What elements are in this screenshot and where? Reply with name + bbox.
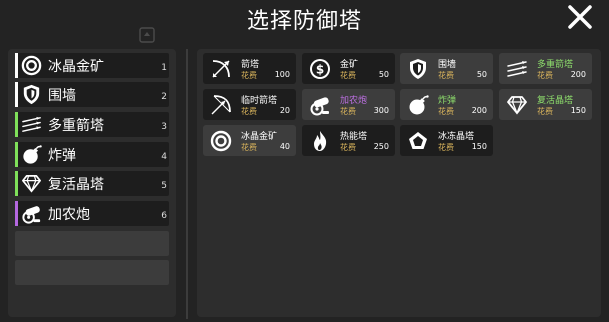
triple-arrow-icon xyxy=(507,61,527,77)
shield-icon xyxy=(23,84,40,105)
bomb-icon xyxy=(23,145,42,164)
svg-text:$: $ xyxy=(316,63,324,77)
tower-card[interactable]: 冰晶金矿 花费 40 xyxy=(203,125,296,156)
tower-name: 加农炮 xyxy=(340,96,368,106)
tower-name: 热能塔 xyxy=(340,132,368,142)
tower-name: 围墙 xyxy=(438,60,457,70)
diamond-icon xyxy=(507,96,527,115)
cost-value: 50 xyxy=(476,70,487,79)
cost-label: 花费 xyxy=(438,71,454,80)
rarity-bar xyxy=(15,53,18,78)
bomb-icon xyxy=(409,95,429,115)
tower-name: 炸弹 xyxy=(438,96,457,106)
tower-card[interactable]: 围墙 花费 50 xyxy=(400,53,493,84)
dollar-coin-icon: $ xyxy=(310,59,330,79)
empty-slot[interactable] xyxy=(15,260,169,285)
slot-number: 2 xyxy=(161,92,167,102)
tower-name: 多重箭塔 xyxy=(537,60,574,70)
tower-card[interactable]: 炸弹 花费 200 xyxy=(400,89,493,120)
triple-arrow-icon xyxy=(22,116,41,132)
cost-label: 花费 xyxy=(340,107,356,116)
slot-item[interactable]: 复活晶塔 5 xyxy=(15,171,169,196)
tower-card[interactable]: 热能塔 花费 250 xyxy=(302,125,395,156)
diamond-icon xyxy=(22,174,41,193)
tower-name: 冰冻晶塔 xyxy=(438,132,475,142)
selected-slots-panel: 冰晶金矿 1 围墙 2 多重箭塔 3 炸弹 4 复活晶塔 5 加农炮 6 xyxy=(8,49,176,317)
tower-card[interactable]: $ 金矿 花费 50 xyxy=(302,53,395,84)
tower-name: 临时箭塔 xyxy=(241,96,278,106)
slot-number: 3 xyxy=(161,122,167,132)
tower-card[interactable]: 冰冻晶塔 花费 150 xyxy=(400,125,493,156)
empty-slot[interactable] xyxy=(15,231,169,256)
tower-name: 箭塔 xyxy=(241,60,260,70)
slot-number: 1 xyxy=(161,63,167,73)
cost-label: 花费 xyxy=(241,143,257,152)
cost-label: 花费 xyxy=(241,107,257,116)
cost-label: 花费 xyxy=(537,107,553,116)
slot-label: 围墙 xyxy=(48,88,76,104)
tower-name: 金矿 xyxy=(340,60,359,70)
tower-card[interactable]: 多重箭塔 花费 200 xyxy=(499,53,592,84)
cost-value: 200 xyxy=(471,106,487,115)
tower-name: 冰晶金矿 xyxy=(241,132,278,142)
slot-number: 4 xyxy=(161,152,167,162)
rarity-bar xyxy=(15,82,18,107)
slot-item[interactable]: 围墙 2 xyxy=(15,82,169,107)
cost-label: 花费 xyxy=(340,143,356,152)
rarity-bar xyxy=(15,112,18,137)
cost-value: 150 xyxy=(570,106,586,115)
cost-value: 150 xyxy=(471,142,487,151)
rarity-bar xyxy=(15,201,18,226)
cost-value: 250 xyxy=(373,142,389,151)
cost-value: 20 xyxy=(279,106,290,115)
slot-item[interactable]: 炸弹 4 xyxy=(15,142,169,167)
cost-label: 花费 xyxy=(438,107,454,116)
page-title: 选择防御塔 xyxy=(246,9,362,34)
cost-value: 200 xyxy=(570,70,586,79)
slot-label: 冰晶金矿 xyxy=(48,59,104,75)
slot-item[interactable]: 加农炮 6 xyxy=(15,201,169,226)
cost-label: 花费 xyxy=(241,71,257,80)
tower-card[interactable]: 箭塔 花费 100 xyxy=(203,53,296,84)
cost-label: 花费 xyxy=(340,71,356,80)
slot-label: 炸弹 xyxy=(48,148,76,164)
cost-label: 花费 xyxy=(537,71,553,80)
slot-label: 加农炮 xyxy=(48,207,90,223)
slot-item[interactable]: 冰晶金矿 1 xyxy=(15,53,169,78)
slot-item[interactable]: 多重箭塔 3 xyxy=(15,112,169,137)
panel-divider xyxy=(186,49,188,319)
rarity-bar xyxy=(15,171,18,196)
tower-card[interactable]: 复活晶塔 花费 150 xyxy=(499,89,592,120)
cost-value: 40 xyxy=(279,142,290,151)
close-icon xyxy=(568,5,592,29)
flame-icon xyxy=(314,131,327,151)
close-button[interactable] xyxy=(565,2,595,32)
tower-name: 复活晶塔 xyxy=(537,96,574,106)
slot-label: 多重箭塔 xyxy=(48,118,104,134)
pentagon-icon xyxy=(409,132,427,149)
cannon-icon xyxy=(22,206,41,224)
tower-catalog-panel: 箭塔 花费 100 $ 金矿 花费 50 围墙 花费 50 多重箭塔 花费 200 临时箭塔 花费 20 加农炮… xyxy=(197,49,601,317)
cost-value: 100 xyxy=(274,70,290,79)
tower-card[interactable]: 加农炮 花费 300 xyxy=(302,89,395,120)
tower-card[interactable]: 临时箭塔 花费 20 xyxy=(203,89,296,120)
cost-value: 50 xyxy=(378,70,389,79)
ring-target-icon xyxy=(21,55,42,76)
shield-icon xyxy=(410,59,426,79)
slot-label: 复活晶塔 xyxy=(48,177,104,193)
cost-value: 300 xyxy=(373,106,389,115)
cannon-icon xyxy=(310,97,329,116)
cost-label: 花费 xyxy=(438,143,454,152)
arrow-icon xyxy=(212,60,230,78)
slot-number: 6 xyxy=(161,211,167,221)
rarity-bar xyxy=(15,142,18,167)
ring-target-icon xyxy=(210,130,232,152)
slot-number: 5 xyxy=(161,181,167,191)
bow-icon xyxy=(211,95,231,115)
